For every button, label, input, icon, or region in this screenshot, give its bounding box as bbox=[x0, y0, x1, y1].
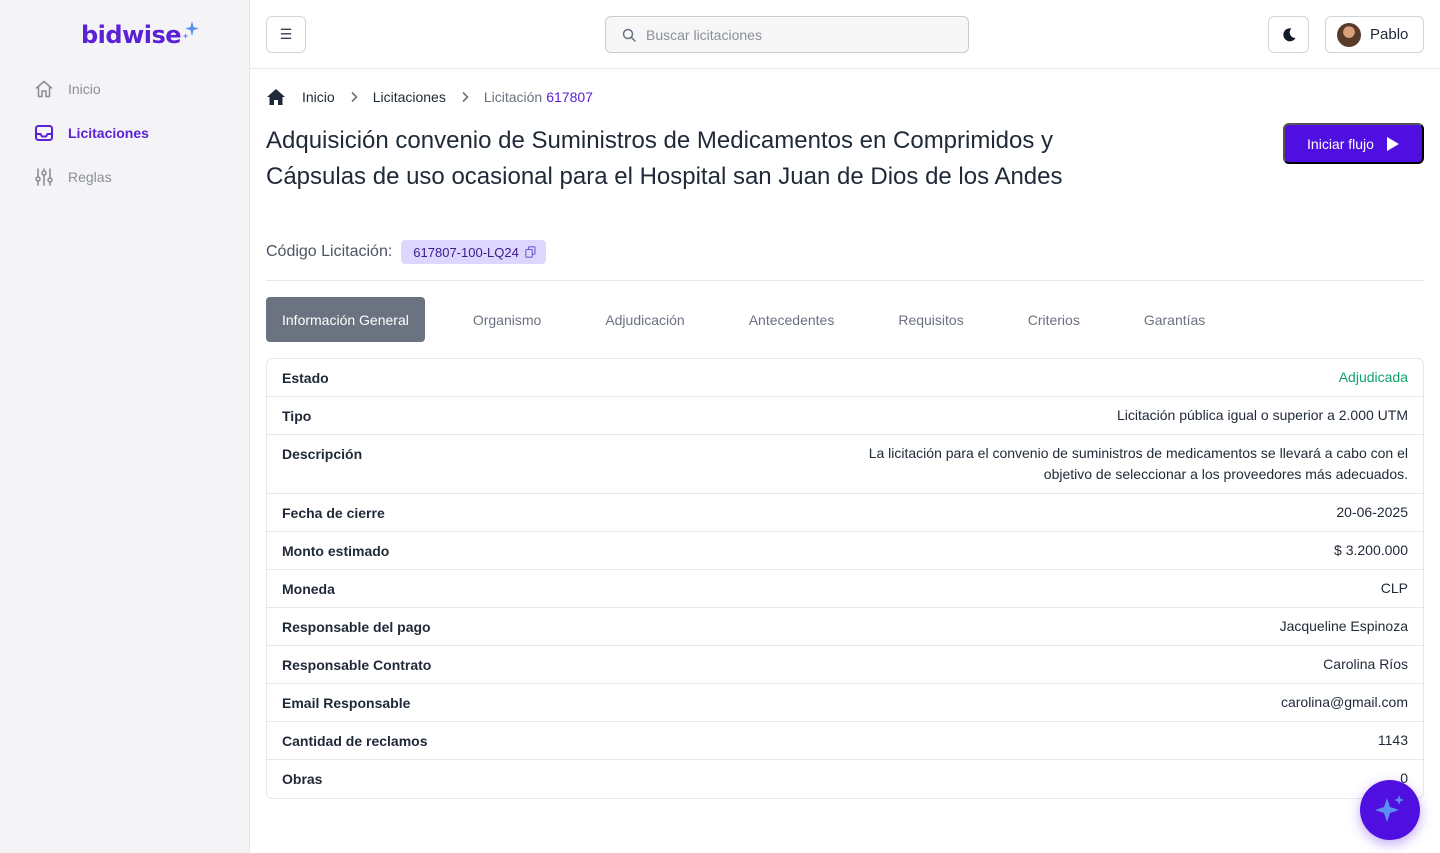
sparkle-icon bbox=[182, 21, 200, 39]
row-label: Fecha de cierre bbox=[282, 505, 385, 521]
tabs: Información General Organismo Adjudicaci… bbox=[266, 297, 1221, 342]
menu-button[interactable]: ☰ bbox=[266, 16, 306, 53]
tender-code-row: Código Licitación: 617807-100-LQ24 bbox=[266, 240, 546, 264]
user-menu-button[interactable]: Pablo bbox=[1325, 16, 1424, 53]
logo-text: bidwise bbox=[81, 21, 182, 49]
row-label: Monto estimado bbox=[282, 543, 390, 559]
sparkle-icon bbox=[1375, 795, 1404, 822]
table-row: Responsable Contrato Carolina Ríos bbox=[267, 646, 1423, 684]
tender-code-value: 617807-100-LQ24 bbox=[413, 244, 519, 260]
home-icon bbox=[34, 79, 54, 99]
start-flow-button[interactable]: Iniciar flujo bbox=[1283, 123, 1424, 164]
table-row: Descripción La licitación para el conven… bbox=[267, 435, 1423, 494]
bidwise-logo[interactable]: bidwise bbox=[81, 18, 200, 52]
breadcrumb-licitaciones[interactable]: Licitaciones bbox=[373, 89, 446, 105]
chevron-right-icon bbox=[460, 91, 470, 103]
table-row: Estado Adjudicada bbox=[267, 359, 1423, 397]
tab-garantias[interactable]: Garantías bbox=[1128, 297, 1221, 342]
copy-icon[interactable] bbox=[525, 246, 536, 258]
tender-code-label: Código Licitación: bbox=[266, 243, 393, 260]
row-value: La licitación para el convenio de sumini… bbox=[868, 445, 1408, 482]
sidebar-item-inicio[interactable]: Inicio bbox=[34, 78, 149, 100]
sidebar-item-label: Inicio bbox=[68, 81, 101, 97]
page-title: Adquisición convenio de Suministros de M… bbox=[266, 127, 1063, 190]
general-info-table: Estado Adjudicada Tipo Licitación públic… bbox=[266, 358, 1424, 799]
breadcrumb-current-code: 617807 bbox=[546, 89, 593, 105]
row-value: 1143 bbox=[1377, 732, 1408, 748]
hamburger-icon: ☰ bbox=[279, 26, 293, 42]
user-name: Pablo bbox=[1370, 26, 1409, 43]
row-label: Tipo bbox=[282, 408, 312, 424]
home-icon[interactable] bbox=[266, 88, 286, 106]
row-value: 20-06-2025 bbox=[1336, 504, 1408, 520]
status-value: Adjudicada bbox=[1338, 369, 1408, 385]
sidebar-item-reglas[interactable]: Reglas bbox=[34, 166, 149, 188]
sidebar-item-licitaciones[interactable]: Licitaciones bbox=[34, 122, 149, 144]
row-label: Responsable Contrato bbox=[282, 657, 432, 673]
row-label: Email Responsable bbox=[282, 695, 411, 711]
row-value: carolina@gmail.com bbox=[1280, 694, 1408, 710]
row-value: $ 3.200.000 bbox=[1334, 542, 1408, 558]
row-label: Descripción bbox=[282, 446, 363, 462]
row-label: Responsable del pago bbox=[282, 619, 431, 635]
tab-informacion-general[interactable]: Información General bbox=[266, 297, 425, 342]
table-row: Monto estimado $ 3.200.000 bbox=[267, 532, 1423, 570]
row-value: Licitación pública igual o superior a 2.… bbox=[1116, 407, 1408, 423]
breadcrumb-inicio[interactable]: Inicio bbox=[302, 89, 335, 105]
table-row: Email Responsable carolina@gmail.com bbox=[267, 684, 1423, 722]
divider bbox=[266, 280, 1424, 281]
tab-adjudicacion[interactable]: Adjudicación bbox=[589, 297, 700, 342]
row-label: Moneda bbox=[282, 581, 335, 597]
sidebar-item-label: Licitaciones bbox=[68, 125, 149, 141]
tab-requisitos[interactable]: Requisitos bbox=[882, 297, 979, 342]
table-row: Fecha de cierre 20-06-2025 bbox=[267, 494, 1423, 532]
inbox-icon bbox=[34, 123, 54, 143]
search-icon bbox=[622, 28, 636, 42]
table-row: Responsable del pago Jacqueline Espinoza bbox=[267, 608, 1423, 646]
search-input[interactable] bbox=[646, 26, 946, 43]
breadcrumb: Inicio Licitaciones Licitación 617807 bbox=[266, 87, 593, 107]
sidebar-item-label: Reglas bbox=[68, 169, 112, 185]
table-row: Tipo Licitación pública igual o superior… bbox=[267, 397, 1423, 435]
row-value: CLP bbox=[1380, 580, 1408, 596]
tender-code-badge[interactable]: 617807-100-LQ24 bbox=[401, 240, 546, 264]
topbar: ☰ Pablo bbox=[250, 0, 1440, 69]
tab-organismo[interactable]: Organismo bbox=[457, 297, 557, 342]
row-value: Jacqueline Espinoza bbox=[1279, 618, 1408, 634]
chevron-right-icon bbox=[349, 91, 359, 103]
row-label: Cantidad de reclamos bbox=[282, 733, 428, 749]
tab-antecedentes[interactable]: Antecedentes bbox=[733, 297, 851, 342]
sidebar-nav: Inicio Licitaciones Reglas bbox=[34, 78, 149, 210]
row-label: Obras bbox=[282, 771, 323, 787]
moon-icon bbox=[1282, 27, 1295, 41]
start-flow-label: Iniciar flujo bbox=[1307, 135, 1374, 152]
ai-assistant-button[interactable] bbox=[1360, 780, 1420, 840]
sidebar: bidwise Inicio Licitaciones Reglas bbox=[0, 0, 250, 853]
play-icon bbox=[1386, 136, 1399, 151]
sliders-icon bbox=[34, 167, 54, 187]
table-row: Obras 0 bbox=[267, 760, 1423, 798]
breadcrumb-current: Licitación bbox=[483, 89, 543, 105]
search-box[interactable] bbox=[605, 16, 969, 53]
row-label: Estado bbox=[282, 370, 329, 386]
theme-toggle-button[interactable] bbox=[1268, 16, 1309, 53]
row-value: Carolina Ríos bbox=[1323, 656, 1408, 672]
table-row: Moneda CLP bbox=[267, 570, 1423, 608]
tab-criterios[interactable]: Criterios bbox=[1012, 297, 1096, 342]
avatar bbox=[1337, 22, 1361, 47]
table-row: Cantidad de reclamos 1143 bbox=[267, 722, 1423, 760]
